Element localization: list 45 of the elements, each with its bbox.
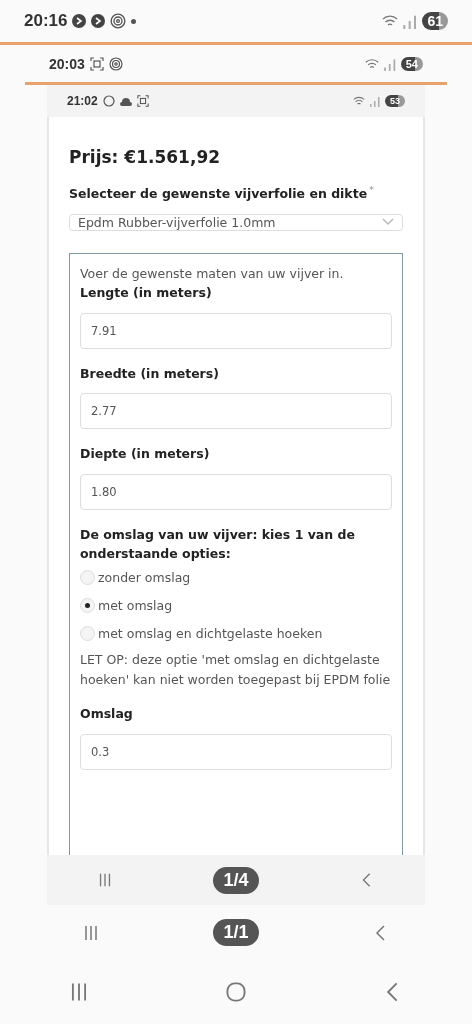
battery-level: 61: [422, 12, 448, 30]
battery-level: 54: [400, 56, 423, 71]
field-label: Omslag: [80, 704, 134, 723]
notification-icon: [91, 14, 106, 28]
chevron-icon: [382, 218, 394, 227]
dot-icon: [131, 18, 137, 24]
foil-select[interactable]: Epdm Rubber-vijverfolie 1.0mm: [69, 213, 403, 231]
notification-icon: [72, 14, 87, 28]
cloud-icon: [119, 96, 132, 106]
radio-button[interactable]: [80, 598, 95, 613]
screenshot-icon: [136, 95, 149, 107]
option-label[interactable]: zonder omslag: [98, 567, 191, 588]
required-mark: *: [369, 185, 374, 195]
chat-icon: [102, 95, 115, 107]
signal-icon: [369, 95, 381, 107]
input-field[interactable]: 1.80: [80, 474, 392, 510]
status-time: 21:02: [67, 94, 98, 108]
home-icon[interactable]: [225, 981, 247, 1003]
price: Prijs: €1.561,92: [69, 147, 222, 167]
option-label[interactable]: met omslag en dichtgelaste hoeken: [98, 623, 323, 644]
question-text: De omslag van uw vijver: kies 1 van de onderstaande opties:: [80, 526, 356, 563]
spiral-icon: [108, 56, 123, 71]
radio-button[interactable]: [80, 626, 95, 641]
select-label: Selecteer de gewenste vijverfolie en dikte: [69, 185, 368, 203]
battery-level: 53: [385, 95, 405, 107]
input-field[interactable]: 2.77: [80, 393, 392, 430]
input-field[interactable]: 7.91: [80, 312, 392, 349]
status-time: 20:16: [24, 11, 68, 31]
wifi-icon: [364, 56, 379, 71]
field-label: Lengte (in meters): [80, 283, 213, 302]
spiral-icon: [110, 13, 127, 29]
option-label[interactable]: met omslag: [98, 595, 173, 616]
note-text: LET OP: deze optie 'met omslag en dichtgelaste hoeken' kan niet worden toegepast bij EPDM folie: [80, 650, 392, 690]
status-time: 20:03: [49, 55, 85, 72]
page-counter: 1/4: [213, 866, 259, 894]
intro-text: Voer de gewenste maten van uw vijver in.: [80, 264, 345, 283]
field-label: Diepte (in meters): [80, 445, 211, 464]
signal-icon: [382, 56, 397, 71]
field-label: Breedte (in meters): [80, 364, 220, 383]
screenshot-icon: [89, 56, 104, 71]
wifi-icon: [353, 95, 365, 107]
signal-icon: [402, 13, 419, 29]
input-field[interactable]: 0.3: [80, 733, 392, 770]
page-counter: 1/1: [213, 919, 259, 946]
radio-button[interactable]: [80, 570, 95, 585]
